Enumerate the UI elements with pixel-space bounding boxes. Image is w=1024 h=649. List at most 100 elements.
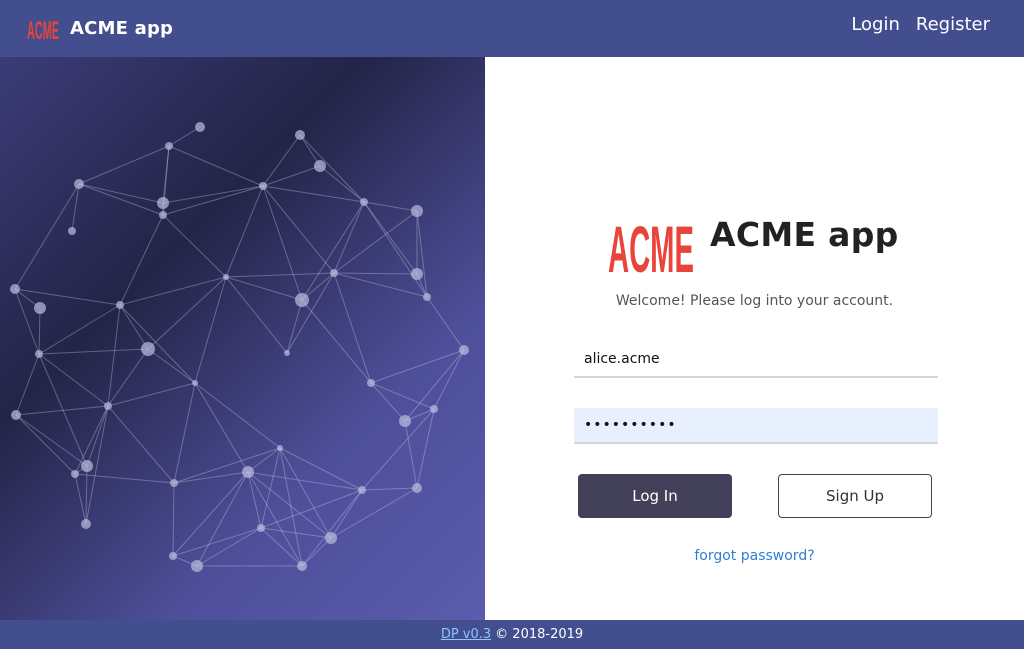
network-node: [223, 274, 229, 280]
network-node: [104, 402, 112, 410]
network-node: [295, 130, 305, 140]
network-node: [169, 552, 177, 560]
network-edge: [74, 473, 175, 484]
network-edge: [119, 304, 196, 384]
brand[interactable]: ACME ACME app: [26, 12, 173, 44]
network-edge: [14, 288, 40, 355]
network-edge: [38, 348, 149, 355]
network-node: [430, 405, 438, 413]
network-node: [358, 486, 366, 494]
app-name: ACME app: [70, 17, 174, 39]
network-edge: [361, 408, 435, 491]
network-edge: [38, 353, 109, 407]
network-node: [423, 293, 431, 301]
network-edge: [173, 447, 281, 484]
network-edge: [172, 482, 175, 557]
network-node: [116, 301, 124, 309]
network-edge: [194, 276, 227, 384]
network-node: [81, 460, 93, 472]
nav-login-link[interactable]: Login: [851, 14, 900, 35]
network-edge: [225, 276, 303, 301]
network-node: [192, 380, 198, 386]
network-edge: [262, 134, 301, 187]
network-node: [330, 269, 338, 277]
network-edge: [147, 348, 196, 384]
network-node: [81, 519, 91, 529]
network-edge: [71, 183, 80, 232]
network-node: [195, 122, 205, 132]
network-node: [34, 302, 46, 314]
version-link[interactable]: DP v0.3: [441, 627, 491, 642]
network-edge: [86, 405, 109, 467]
network-edge: [78, 183, 164, 204]
nav-register-link[interactable]: Register: [916, 14, 990, 35]
network-edge: [38, 304, 121, 355]
network-edge: [370, 382, 435, 410]
network-edge: [119, 214, 164, 306]
network-node: [399, 415, 411, 427]
network-node: [159, 211, 167, 219]
network-node: [259, 182, 267, 190]
network-node: [325, 532, 337, 544]
network-node: [71, 470, 79, 478]
network-edge: [319, 165, 365, 203]
network-edge: [330, 489, 363, 539]
network-edge: [404, 420, 418, 489]
network-edge: [299, 134, 365, 203]
network-node: [412, 483, 422, 493]
network-edge: [168, 126, 201, 147]
network-edge: [262, 185, 335, 274]
forgot-password-link[interactable]: forgot password?: [485, 548, 1024, 564]
network-node: [242, 466, 254, 478]
network-node: [411, 205, 423, 217]
network-edge: [262, 185, 303, 301]
network-node: [297, 561, 307, 571]
network-edge: [416, 408, 435, 489]
network-node: [10, 284, 20, 294]
network-edge: [162, 214, 227, 278]
network-node: [191, 560, 203, 572]
network-edge: [426, 296, 465, 351]
network-edge: [301, 299, 372, 384]
acme-logo-text: ACME: [608, 212, 694, 278]
network-edge: [194, 382, 281, 449]
network-edge: [333, 272, 372, 384]
network-node: [68, 227, 76, 235]
network-edge: [173, 382, 196, 484]
network-edge: [78, 145, 170, 185]
network-edge: [172, 527, 262, 557]
network-node: [277, 445, 283, 451]
network-edge: [301, 537, 332, 567]
signup-button[interactable]: Sign Up: [778, 474, 932, 518]
network-node: [170, 479, 178, 487]
network-node: [74, 179, 84, 189]
network-edge: [363, 201, 418, 212]
network-node: [35, 350, 43, 358]
network-edge: [119, 304, 149, 350]
login-button[interactable]: Log In: [578, 474, 732, 518]
acme-logo-icon: ACME: [608, 212, 694, 278]
network-node: [314, 160, 326, 172]
hero-network-graphic: [0, 57, 485, 620]
login-app-title: ACME app: [710, 215, 899, 254]
network-edge: [194, 382, 249, 473]
acme-logo-icon: ACME: [27, 17, 59, 42]
username-input[interactable]: [574, 342, 938, 378]
copyright-text: © 2018-2019: [495, 627, 584, 642]
network-node: [360, 198, 368, 206]
network-edge: [225, 276, 288, 354]
password-input[interactable]: [574, 408, 938, 444]
network-node: [165, 142, 173, 150]
footer: DP v0.3 © 2018-2019: [0, 620, 1024, 649]
network-edge: [363, 201, 418, 275]
network-edge: [361, 487, 418, 491]
network-edge: [107, 382, 196, 407]
network-node: [411, 268, 423, 280]
network-edge: [333, 272, 418, 275]
network-edge: [107, 405, 175, 484]
login-panel: ACME ACME app Welcome! Please log into y…: [485, 57, 1024, 620]
network-node: [257, 524, 265, 532]
network-edge: [247, 471, 303, 567]
acme-logo-text: ACME: [27, 17, 59, 42]
network-edge: [15, 353, 40, 416]
